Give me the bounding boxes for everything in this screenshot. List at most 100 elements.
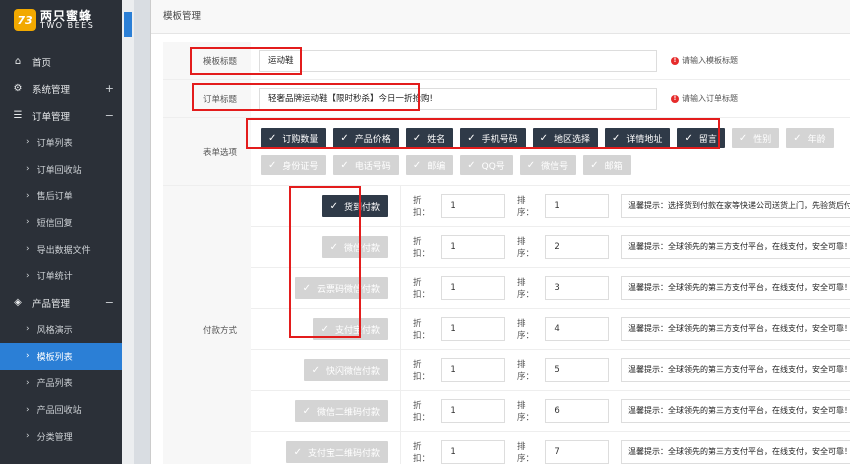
- chevron-right-icon: ›: [26, 217, 30, 228]
- payment-method-checkbox[interactable]: ✓ 快闪微信付款: [303, 359, 388, 381]
- discount-input[interactable]: 1: [441, 358, 505, 382]
- payment-label: 付款方式: [163, 186, 251, 464]
- check-icon: ✓: [268, 132, 277, 144]
- check-icon: ✓: [793, 132, 802, 144]
- nav-category[interactable]: › 分类管理: [0, 423, 122, 450]
- nav-product-list[interactable]: › 产品列表: [0, 370, 122, 397]
- logo: 73 两只蜜蜂 TWO BEES: [0, 0, 122, 40]
- form-option-checkbox[interactable]: ✓ 微信号: [519, 155, 577, 175]
- form-option-checkbox[interactable]: ✓ 手机号码: [460, 128, 526, 148]
- form-options-label: 表单选项: [163, 118, 251, 185]
- expand-icon: +: [104, 82, 114, 95]
- discount-input[interactable]: 1: [441, 317, 505, 341]
- collapse-icon: −: [104, 109, 114, 122]
- sort-input[interactable]: 3: [545, 276, 609, 300]
- sort-input[interactable]: 6: [545, 399, 609, 423]
- check-icon: ✓: [467, 159, 476, 171]
- payment-row: ✓ 微信二维码付款 折扣： 1 排序： 6 温馨提示：全球领先的第三方支付平台，在线支付，安…: [251, 391, 850, 432]
- payment-method-checkbox[interactable]: ✓ 支付宝付款: [312, 318, 388, 340]
- form-option-checkbox[interactable]: ✓ 详情地址: [605, 128, 671, 148]
- scrollbar[interactable]: [122, 0, 134, 464]
- nav-sms-reply[interactable]: › 短信回复: [0, 209, 122, 236]
- payment-tip-input[interactable]: 温馨提示：选择货到付款在家等快递公司送货上门，先验货后付款！: [621, 194, 850, 218]
- sort-label: 排序：: [517, 442, 535, 464]
- nav-system[interactable]: ⚙ 系统管理 +: [0, 75, 122, 102]
- nav-template-list[interactable]: › 模板列表: [0, 342, 122, 370]
- payment-method-checkbox[interactable]: ✓ 微信付款: [321, 236, 388, 258]
- check-icon: ✓: [293, 446, 302, 458]
- form-option-checkbox[interactable]: ✓ 产品价格: [333, 128, 399, 148]
- chevron-right-icon: ›: [26, 137, 30, 148]
- discount-input[interactable]: 1: [441, 440, 505, 464]
- payment-tip-input[interactable]: 温馨提示：全球领先的第三方支付平台，在线支付，安全可靠！: [621, 276, 850, 300]
- payment-method-checkbox[interactable]: ✓ 支付宝二维码付款: [285, 441, 388, 463]
- sort-label: 排序：: [517, 360, 535, 382]
- nav-product[interactable]: ◈ 产品管理 −: [0, 289, 122, 316]
- check-icon: ✓: [539, 132, 549, 144]
- row-payment: 付款方式 ✓ 货到付款 折扣： 1 排序： 1 温馨提示：选择货到付款在家等快递公司送货上门…: [163, 186, 850, 464]
- warning-icon: !: [671, 56, 679, 65]
- discount-label: 折扣：: [413, 278, 431, 300]
- payment-row: ✓ 支付宝付款 折扣： 1 排序： 4 温馨提示：全球领先的第三方支付平台，在线支付，安全可…: [251, 309, 850, 350]
- form-option-checkbox[interactable]: ✓ 留言: [677, 128, 725, 148]
- form-option-checkbox[interactable]: ✓ 性别: [731, 128, 780, 148]
- nav-order-recycle[interactable]: › 订单回收站: [0, 156, 122, 183]
- order-title-label: 订单标题: [163, 80, 251, 117]
- sort-input[interactable]: 4: [545, 317, 609, 341]
- cube-icon: ◈: [14, 297, 22, 309]
- discount-input[interactable]: 1: [441, 235, 505, 259]
- row-order-title: 订单标题 轻奢品牌运动鞋【限时秒杀】今日一折抢购! ! 请输入订单标题: [163, 80, 850, 118]
- nav-product-recycle[interactable]: › 产品回收站: [0, 396, 122, 423]
- scrollbar-thumb[interactable]: [124, 12, 132, 37]
- form-option-checkbox[interactable]: ✓ 订购数量: [261, 128, 327, 148]
- payment-row: ✓ 货到付款 折扣： 1 排序： 1 温馨提示：选择货到付款在家等快递公司送货上门，先验货后…: [251, 186, 850, 227]
- template-panel: 模板管理 模板标题 运动鞋 ! 请输入模板标题 订单标题 轻奢品牌运动鞋【限时秒杀…: [150, 0, 850, 464]
- check-icon: ✓: [412, 132, 422, 144]
- payment-tip-input[interactable]: 温馨提示：全球领先的第三方支付平台，在线支付，安全可靠！: [621, 235, 850, 259]
- form-option-checkbox[interactable]: ✓ 年龄: [786, 128, 834, 148]
- sidebar: 73 两只蜜蜂 TWO BEES ⌂ 首页 ⚙ 系统管理 + ☰ 订单管理 − …: [0, 0, 122, 464]
- discount-input[interactable]: 1: [441, 194, 505, 218]
- payment-tip-input[interactable]: 温馨提示：全球领先的第三方支付平台，在线支付，安全可靠！: [621, 358, 850, 382]
- payment-row: ✓ 云票码微信付款 折扣： 1 排序： 3 温馨提示：全球领先的第三方支付平台，在线支付，安…: [251, 268, 850, 309]
- discount-input[interactable]: 1: [441, 276, 505, 300]
- chevron-right-icon: ›: [26, 270, 30, 281]
- nav-order-list[interactable]: › 订单列表: [0, 129, 122, 156]
- payment-tip-input[interactable]: 温馨提示：全球领先的第三方支付平台，在线支付，安全可靠！: [621, 440, 850, 464]
- payment-method-checkbox[interactable]: ✓ 微信二维码付款: [294, 400, 388, 422]
- payment-tip-input[interactable]: 温馨提示：全球领先的第三方支付平台，在线支付，安全可靠！: [621, 399, 850, 423]
- nav-export[interactable]: › 导出数据文件: [0, 236, 122, 263]
- form-option-checkbox[interactable]: ✓ 身份证号: [261, 155, 327, 175]
- form-option-checkbox[interactable]: ✓ 邮编: [405, 155, 454, 175]
- sort-input[interactable]: 7: [545, 440, 609, 464]
- form-option-checkbox[interactable]: ✓ 姓名: [405, 128, 454, 148]
- template-title-input[interactable]: 运动鞋: [259, 49, 657, 72]
- sort-input[interactable]: 5: [545, 358, 609, 382]
- check-icon: ✓: [340, 132, 349, 144]
- template-form: 模板标题 运动鞋 ! 请输入模板标题 订单标题 轻奢品牌运动鞋【限时秒杀】今日一折…: [163, 42, 850, 464]
- check-icon: ✓: [612, 132, 621, 144]
- sort-input[interactable]: 1: [545, 194, 609, 218]
- form-option-checkbox[interactable]: ✓ 电话号码: [333, 155, 399, 175]
- form-option-checkbox[interactable]: ✓ QQ号: [460, 155, 513, 175]
- chevron-right-icon: ›: [26, 244, 30, 255]
- nav-order[interactable]: ☰ 订单管理 −: [0, 102, 122, 129]
- payment-tip-input[interactable]: 温馨提示：全球领先的第三方支付平台，在线支付，安全可靠！: [621, 317, 850, 341]
- template-title-hint: 请输入模板标题: [682, 56, 738, 65]
- nav-after-sales[interactable]: › 售后订单: [0, 182, 122, 209]
- payment-row: ✓ 快闪微信付款 折扣： 1 排序： 5 温馨提示：全球领先的第三方支付平台，在线支付，安全…: [251, 350, 850, 391]
- form-option-checkbox[interactable]: ✓ 地区选择: [532, 128, 599, 148]
- nav-style-demo[interactable]: › 风格演示: [0, 316, 122, 343]
- order-title-input[interactable]: 轻奢品牌运动鞋【限时秒杀】今日一折抢购!: [259, 87, 657, 110]
- row-form-options: 表单选项 ✓ 订购数量 ✓ 产品价格 ✓ 姓名 ✓ 手机号码 ✓ 地区选择 ✓ 详情地址 ✓ 留言 ✓ 性别 ✓…: [163, 118, 850, 186]
- nav-order-stats[interactable]: › 订单统计: [0, 262, 122, 289]
- nav-home[interactable]: ⌂ 首页: [0, 48, 122, 75]
- form-option-checkbox[interactable]: ✓ 邮箱: [583, 155, 631, 175]
- sort-input[interactable]: 2: [545, 235, 609, 259]
- payment-method-checkbox[interactable]: ✓ 云票码微信付款: [294, 277, 388, 299]
- check-icon: ✓: [738, 132, 748, 144]
- payment-method-checkbox[interactable]: ✓ 货到付款: [321, 195, 388, 217]
- check-icon: ✓: [268, 159, 277, 171]
- check-icon: ✓: [320, 323, 329, 335]
- discount-input[interactable]: 1: [441, 399, 505, 423]
